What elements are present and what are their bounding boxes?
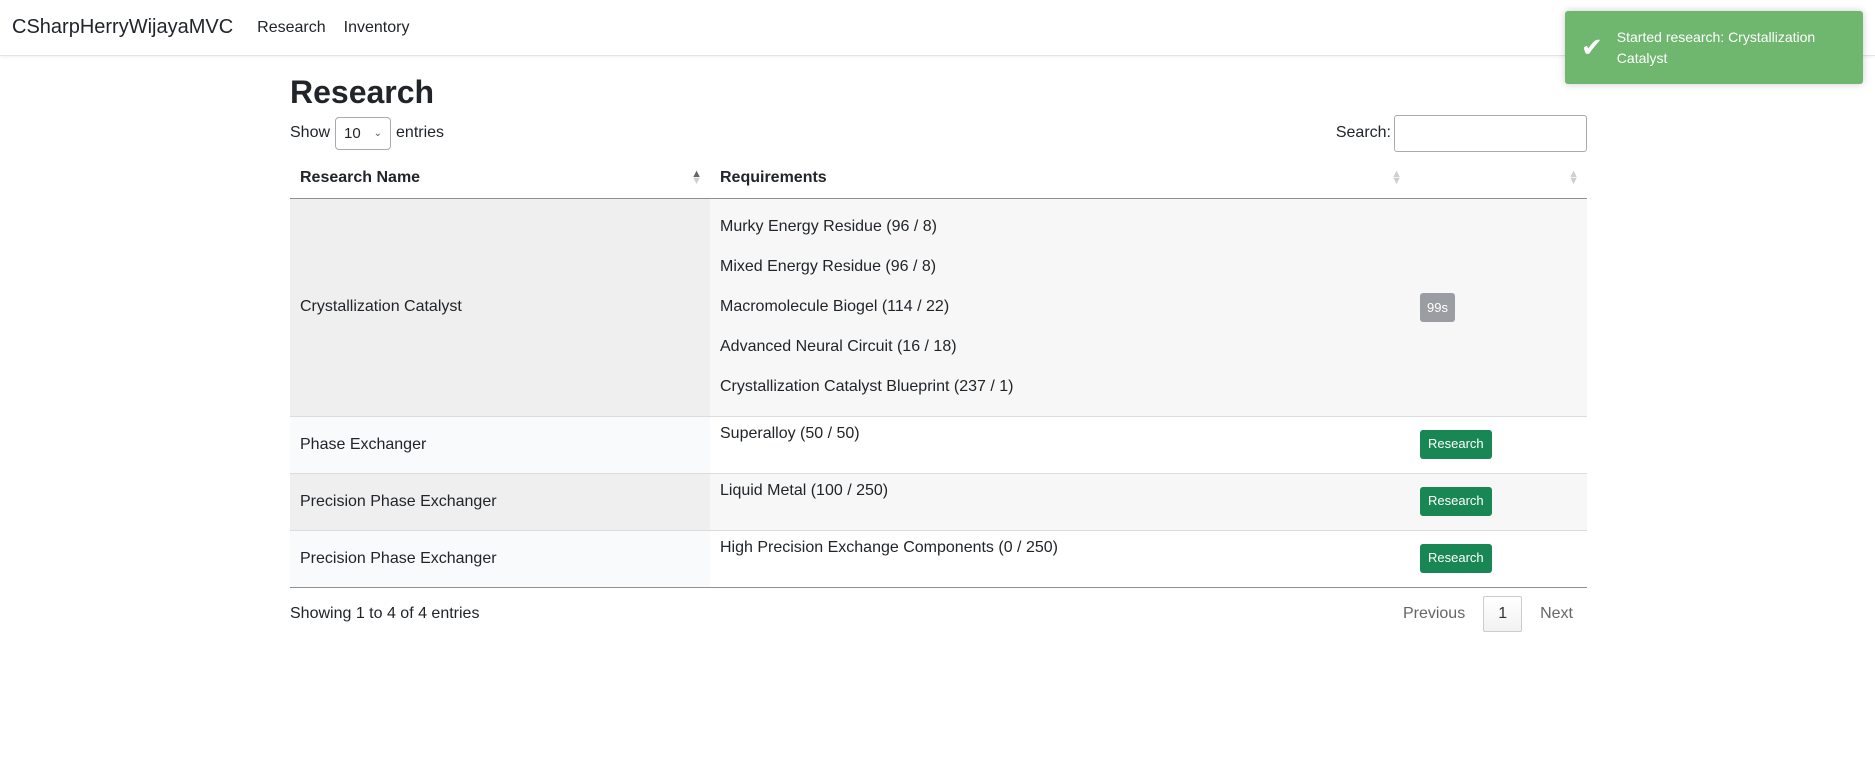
research-name-cell: Precision Phase Exchanger [290,529,710,587]
nav-link-research[interactable]: Research [257,19,325,37]
research-name-cell: Phase Exchanger [290,415,710,473]
chevron-down-icon: ⌄ [373,127,383,139]
table-row: Precision Phase Exchanger High Precision… [290,529,1587,587]
requirement-item: Murky Energy Residue (96 / 8) [720,218,937,235]
header-research-name[interactable]: Research Name ▲ ▼ [290,158,710,199]
requirements-cell: High Precision Exchange Components (0 / … [710,529,1410,587]
research-name-cell: Precision Phase Exchanger [290,472,710,530]
sort-icon: ▲ ▼ [1391,168,1402,187]
next-button[interactable]: Next [1526,597,1587,631]
action-cell: 99s [1410,197,1587,416]
requirement-item: High Precision Exchange Components (0 / … [720,538,1058,556]
page-button-current[interactable]: 1 [1483,595,1523,632]
requirements-cell: Liquid Metal (100 / 250) [710,472,1410,530]
search-control: Search: [1335,114,1587,152]
research-button[interactable]: Research [1420,544,1492,573]
nav-link-inventory[interactable]: Inventory [344,19,410,37]
requirement-item: Advanced Neural Circuit (16 / 18) [720,338,957,355]
header-action[interactable]: ▲ ▼ [1410,158,1587,199]
table-controls: Show 10 ⌄ entries Search: [290,114,1587,152]
requirement-item: Liquid Metal (100 / 250) [720,481,889,499]
pagination: Previous 1 Next [1389,595,1587,632]
show-label: Show [290,124,331,141]
toast-notification[interactable]: ✔ Started research: Crystallization Cata… [1565,11,1863,84]
requirement-item: Crystallization Catalyst Blueprint (237 … [720,378,1014,395]
table-row: Crystallization Catalyst Murky Energy Re… [290,197,1587,416]
page-title: Research [290,74,435,110]
requirements-cell: Murky Energy Residue (96 / 8) Mixed Ener… [710,197,1410,416]
table-info: Showing 1 to 4 of 4 entries [290,604,480,622]
sort-asc-icon: ▲ ▼ [691,168,702,187]
research-button[interactable]: Research [1420,487,1492,516]
search-label: Search: [1335,124,1391,141]
entries-select-value: 10 [344,124,361,142]
table-row: Precision Phase Exchanger Liquid Metal (… [290,472,1587,530]
check-icon: ✔ [1581,32,1603,62]
entries-label: entries [396,124,445,141]
research-name-cell: Crystallization Catalyst [290,197,710,416]
action-cell: Research [1410,472,1587,530]
research-button[interactable]: Research [1420,430,1492,459]
brand-link[interactable]: CSharpHerryWijayaMVC [12,16,233,39]
header-requirements-label: Requirements [720,168,827,186]
sort-icon: ▲ ▼ [1568,168,1579,187]
search-input[interactable] [1394,114,1587,152]
requirement-item: Macromolecule Biogel (114 / 22) [720,298,950,315]
header-requirements[interactable]: Requirements ▲ ▼ [710,158,1410,199]
previous-button[interactable]: Previous [1389,597,1479,631]
action-cell: Research [1410,415,1587,473]
table-row: Phase Exchanger Superalloy (50 / 50) Res… [290,415,1587,473]
header-research-name-label: Research Name [300,168,421,186]
requirement-item: Superalloy (50 / 50) [720,424,860,442]
requirements-cell: Superalloy (50 / 50) [710,415,1410,473]
requirement-item: Mixed Energy Residue (96 / 8) [720,258,937,275]
countdown-badge: 99s [1420,292,1455,322]
main-container: Research Show 10 ⌄ entries Search: Resea… [290,70,1587,634]
research-table: Research Name ▲ ▼ Requirements ▲ ▼ ▲ ▼ Crys… [290,158,1587,588]
table-header-row: Research Name ▲ ▼ Requirements ▲ ▼ ▲ ▼ [290,158,1587,199]
table-footer: Showing 1 to 4 of 4 entries Previous 1 N… [290,594,1587,634]
action-cell: Research [1410,529,1587,587]
entries-select[interactable]: 10 ⌄ [335,116,392,150]
toast-message: Started research: Crystallization Cataly… [1616,28,1816,66]
length-control: Show 10 ⌄ entries [290,116,445,150]
